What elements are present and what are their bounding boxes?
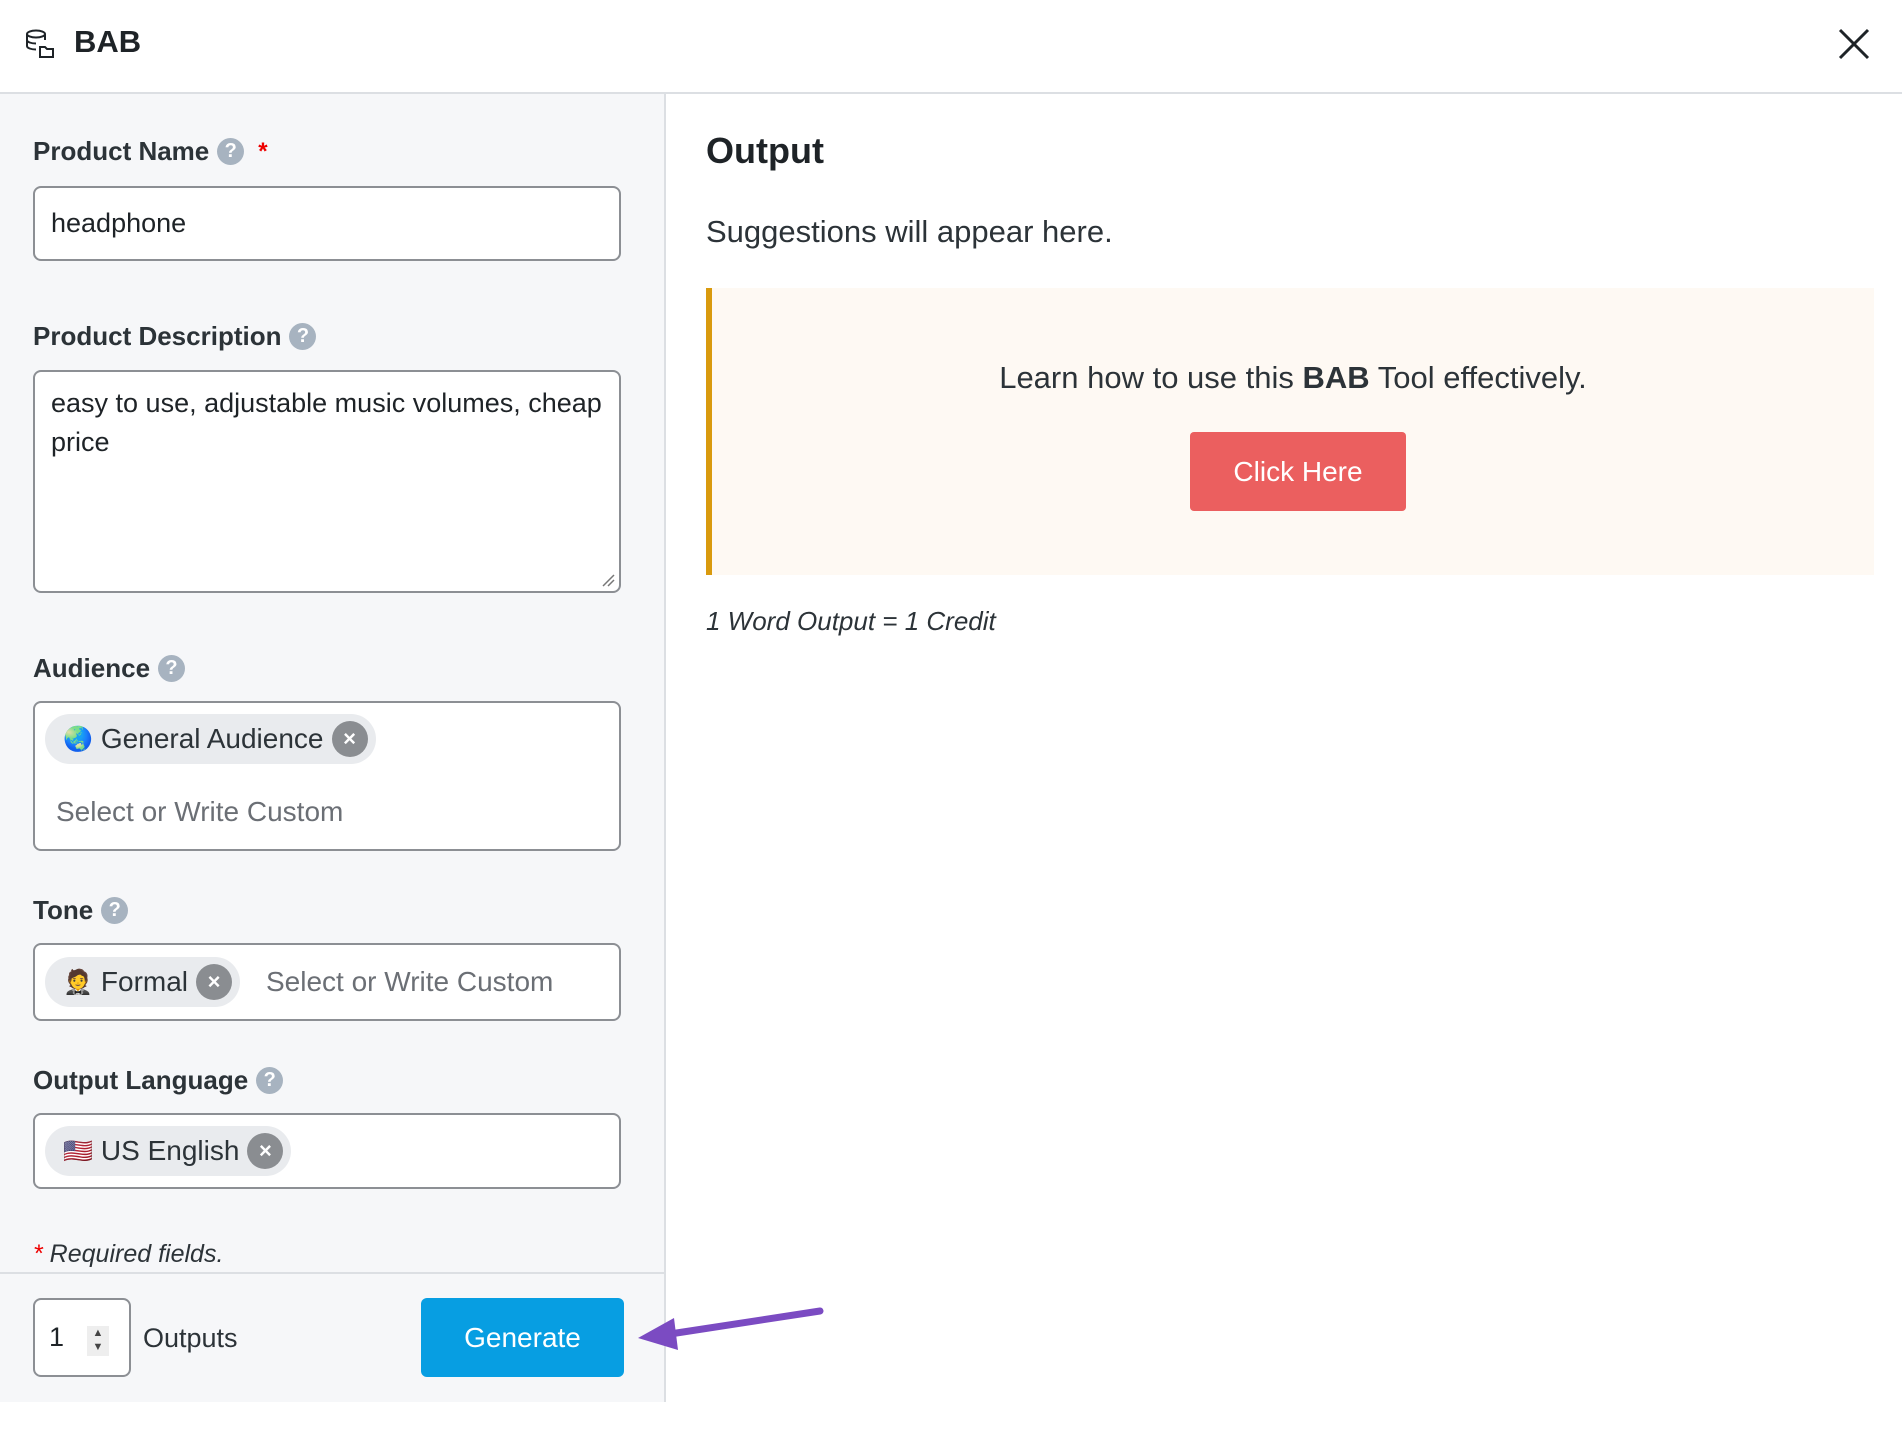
person-in-tuxedo-icon: 🤵 bbox=[63, 968, 93, 996]
remove-chip-button[interactable]: × bbox=[247, 1133, 284, 1169]
product-name-label-text: Product Name bbox=[33, 136, 210, 166]
help-icon[interactable]: ? bbox=[256, 1067, 284, 1094]
outputs-stepper[interactable]: 1 ▲ ▼ bbox=[33, 1298, 131, 1377]
audience-chip: 🌏 General Audience × bbox=[45, 714, 376, 764]
product-description-field[interactable] bbox=[33, 370, 621, 593]
help-icon[interactable]: ? bbox=[289, 323, 317, 350]
callout-text-after: Tool effectively. bbox=[1369, 360, 1587, 395]
tone-placeholder[interactable]: Select or Write Custom bbox=[266, 966, 553, 998]
tone-label-text: Tone bbox=[33, 895, 94, 925]
tone-label: Tone ? bbox=[33, 895, 129, 926]
footer-divider bbox=[0, 1272, 664, 1274]
help-icon[interactable]: ? bbox=[101, 897, 129, 924]
click-here-button[interactable]: Click Here bbox=[1190, 432, 1406, 511]
required-asterisk: * bbox=[258, 137, 268, 165]
globe-icon: 🌏 bbox=[63, 725, 93, 753]
required-note-text: Required fields. bbox=[42, 1240, 224, 1268]
outputs-label: Outputs bbox=[143, 1323, 238, 1353]
product-description-textarea[interactable] bbox=[35, 372, 619, 591]
generate-button[interactable]: Generate bbox=[421, 1298, 624, 1377]
modal-header: BAB bbox=[0, 0, 1902, 94]
tone-chip: 🤵 Formal × bbox=[45, 957, 241, 1007]
help-icon[interactable]: ? bbox=[158, 655, 186, 682]
outputs-value[interactable]: 1 bbox=[49, 1322, 64, 1353]
chip-label: General Audience bbox=[100, 723, 324, 754]
remove-chip-button[interactable]: × bbox=[331, 721, 368, 757]
help-icon[interactable]: ? bbox=[217, 138, 245, 165]
audience-label-text: Audience bbox=[33, 653, 151, 683]
help-callout: Learn how to use this BAB Tool effective… bbox=[706, 288, 1874, 575]
required-asterisk: * bbox=[33, 1240, 43, 1268]
output-language-label: Output Language ? bbox=[33, 1065, 284, 1096]
callout-text-bold: BAB bbox=[1302, 360, 1370, 395]
resize-handle-icon[interactable] bbox=[601, 573, 615, 587]
audience-label: Audience ? bbox=[33, 653, 186, 684]
chip-label: Formal bbox=[100, 966, 189, 997]
callout-text-before: Learn how to use this bbox=[999, 360, 1303, 395]
annotation-arrow-icon bbox=[638, 1307, 824, 1350]
output-language-chip: 🇺🇸 US English × bbox=[45, 1126, 292, 1176]
required-fields-note: * Required fields. bbox=[33, 1240, 223, 1269]
remove-chip-button[interactable]: × bbox=[196, 964, 233, 1000]
chip-label: US English bbox=[100, 1135, 240, 1166]
product-name-input[interactable] bbox=[35, 188, 619, 259]
product-name-field[interactable] bbox=[33, 186, 621, 261]
product-description-label-text: Product Description bbox=[33, 321, 282, 351]
us-flag-icon: 🇺🇸 bbox=[63, 1137, 93, 1165]
database-folder-icon bbox=[26, 29, 54, 58]
output-title: Output bbox=[706, 130, 824, 171]
output-language-label-text: Output Language bbox=[33, 1065, 249, 1095]
spin-arrows-icon[interactable]: ▲ ▼ bbox=[87, 1326, 109, 1356]
output-placeholder: Suggestions will appear here. bbox=[706, 214, 1113, 249]
close-icon[interactable] bbox=[1834, 24, 1874, 64]
modal-title: BAB bbox=[74, 24, 142, 59]
callout-text: Learn how to use this BAB Tool effective… bbox=[712, 360, 1874, 396]
credit-note: 1 Word Output = 1 Credit bbox=[706, 606, 996, 636]
product-name-label: Product Name ? * bbox=[33, 136, 268, 167]
audience-placeholder[interactable]: Select or Write Custom bbox=[56, 796, 343, 828]
product-description-label: Product Description ? bbox=[33, 321, 317, 352]
